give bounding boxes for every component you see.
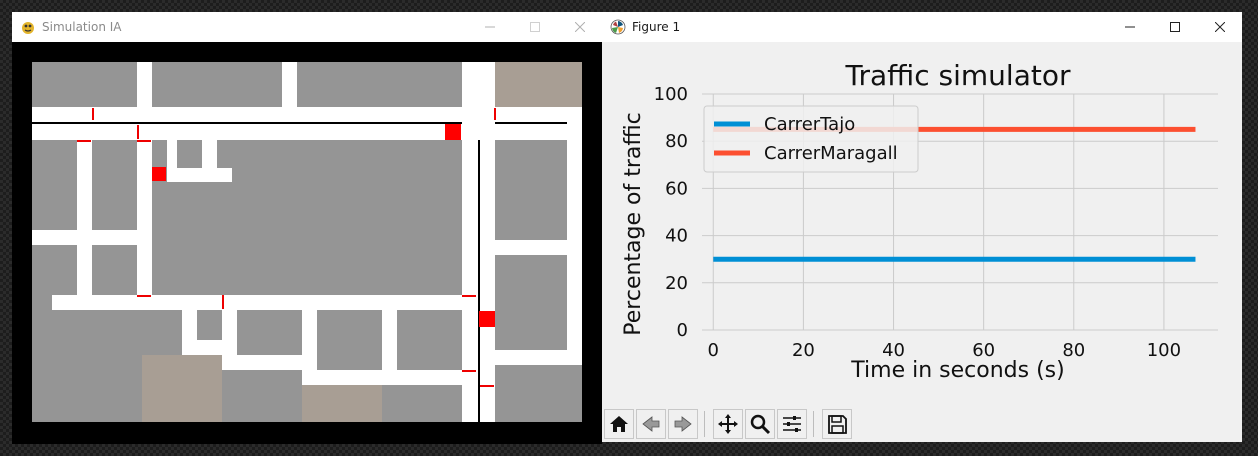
- maximize-icon: [529, 22, 540, 32]
- navigation-toolbar: [602, 408, 852, 440]
- city-block: [302, 385, 382, 422]
- zoom-button[interactable]: [745, 409, 775, 439]
- maximize-icon: [1169, 22, 1180, 32]
- legend-label: CarrerMaragall: [764, 143, 898, 164]
- maximize-button[interactable]: [512, 12, 557, 42]
- forward-button[interactable]: [668, 409, 698, 439]
- city-block: [495, 255, 567, 350]
- save-button[interactable]: [822, 409, 852, 439]
- simulation-titlebar[interactable]: Simulation IA: [12, 12, 602, 42]
- home-button[interactable]: [604, 409, 634, 439]
- city-block: [382, 385, 462, 422]
- minimize-icon: [1124, 26, 1135, 28]
- city-block: [297, 62, 462, 107]
- legend-label: CarrerTajo: [764, 114, 855, 135]
- x-tick-label: 20: [792, 340, 815, 361]
- traffic-light: [462, 370, 476, 372]
- car: [445, 124, 461, 140]
- maximize-button[interactable]: [1152, 12, 1197, 42]
- traffic-light: [137, 295, 151, 297]
- x-tick-label: 80: [1062, 340, 1085, 361]
- plot-area[interactable]: 0 20 40 60 80 100020406080100 Traffic simulat…: [602, 42, 1242, 408]
- city-block: [495, 140, 567, 240]
- y-tick-label: 0: [677, 320, 688, 341]
- traffic-light: [462, 295, 476, 297]
- city-block: [32, 295, 52, 310]
- y-tick-label: 80: [665, 131, 688, 152]
- city-block: [495, 62, 582, 107]
- configure-subplots-icon: [783, 416, 801, 432]
- figure-window: Figure 1 0 20 40 60 80 100 0 20 40 60 80 100 Traffi…: [602, 12, 1242, 442]
- alley: [167, 168, 232, 182]
- city-block: [142, 355, 222, 422]
- legend: CarrerTajo CarrerMaragall: [703, 105, 919, 173]
- traffic-light: [137, 125, 139, 139]
- pan-icon: [718, 414, 738, 434]
- city-block: [92, 140, 137, 230]
- city-block: [92, 245, 137, 295]
- zoom-icon: [750, 414, 771, 435]
- home-icon: [610, 416, 628, 432]
- back-button[interactable]: [636, 409, 666, 439]
- pygame-snake-icon: [22, 22, 34, 34]
- alley: [202, 140, 217, 168]
- lane-line: [32, 122, 462, 124]
- window-title: Figure 1: [632, 20, 681, 34]
- forward-icon: [674, 416, 692, 432]
- city-block: [32, 62, 137, 107]
- city-block: [317, 310, 382, 370]
- city-block: [152, 140, 462, 295]
- traffic-light: [77, 140, 91, 142]
- configure-subplots-button[interactable]: [777, 409, 807, 439]
- city-block: [32, 140, 77, 230]
- y-axis-label: Percentage of traffic: [621, 112, 646, 335]
- city-block: [237, 310, 302, 355]
- toolbar-separator: [704, 411, 705, 437]
- traffic-light: [92, 108, 94, 120]
- lane-line: [495, 122, 567, 124]
- close-button[interactable]: [1197, 12, 1242, 42]
- y-tick-label: 100: [654, 84, 688, 105]
- city-block: [197, 310, 222, 340]
- toolbar-separator: [813, 411, 814, 437]
- minimize-icon: [484, 26, 495, 28]
- traffic-light: [494, 108, 496, 120]
- x-tick-label: 100: [1147, 340, 1181, 361]
- chart-title: Traffic simulator: [845, 59, 1071, 92]
- simulation-canvas: [32, 62, 582, 422]
- car: [152, 167, 166, 181]
- traffic-light: [137, 140, 151, 142]
- minimize-button[interactable]: [1107, 12, 1152, 42]
- traffic-light: [222, 295, 224, 309]
- save-icon: [828, 415, 847, 434]
- city-block: [495, 365, 582, 422]
- city-block: [222, 370, 302, 422]
- alley: [167, 140, 177, 168]
- y-tick-label: 20: [665, 273, 688, 294]
- y-tick-label: 40: [665, 226, 688, 247]
- minimize-button[interactable]: [467, 12, 512, 42]
- figure-titlebar[interactable]: Figure 1: [602, 12, 1242, 42]
- city-block: [32, 245, 77, 295]
- back-icon: [642, 416, 660, 432]
- simulation-window: Simulation IA: [12, 12, 602, 444]
- x-axis-label: Time in seconds (s): [850, 358, 1064, 383]
- traffic-light: [480, 385, 494, 387]
- close-icon: [1214, 22, 1225, 32]
- close-button[interactable]: [557, 12, 602, 42]
- lane-line: [478, 140, 480, 422]
- x-tick-label: 0: [708, 340, 719, 361]
- city-block: [152, 62, 282, 107]
- matplotlib-logo-icon: [610, 19, 626, 35]
- window-title: Simulation IA: [42, 20, 122, 34]
- close-icon: [574, 22, 585, 32]
- pan-button[interactable]: [713, 409, 743, 439]
- y-tick-label: 60: [665, 178, 688, 199]
- city-block: [397, 310, 462, 370]
- car: [479, 311, 495, 327]
